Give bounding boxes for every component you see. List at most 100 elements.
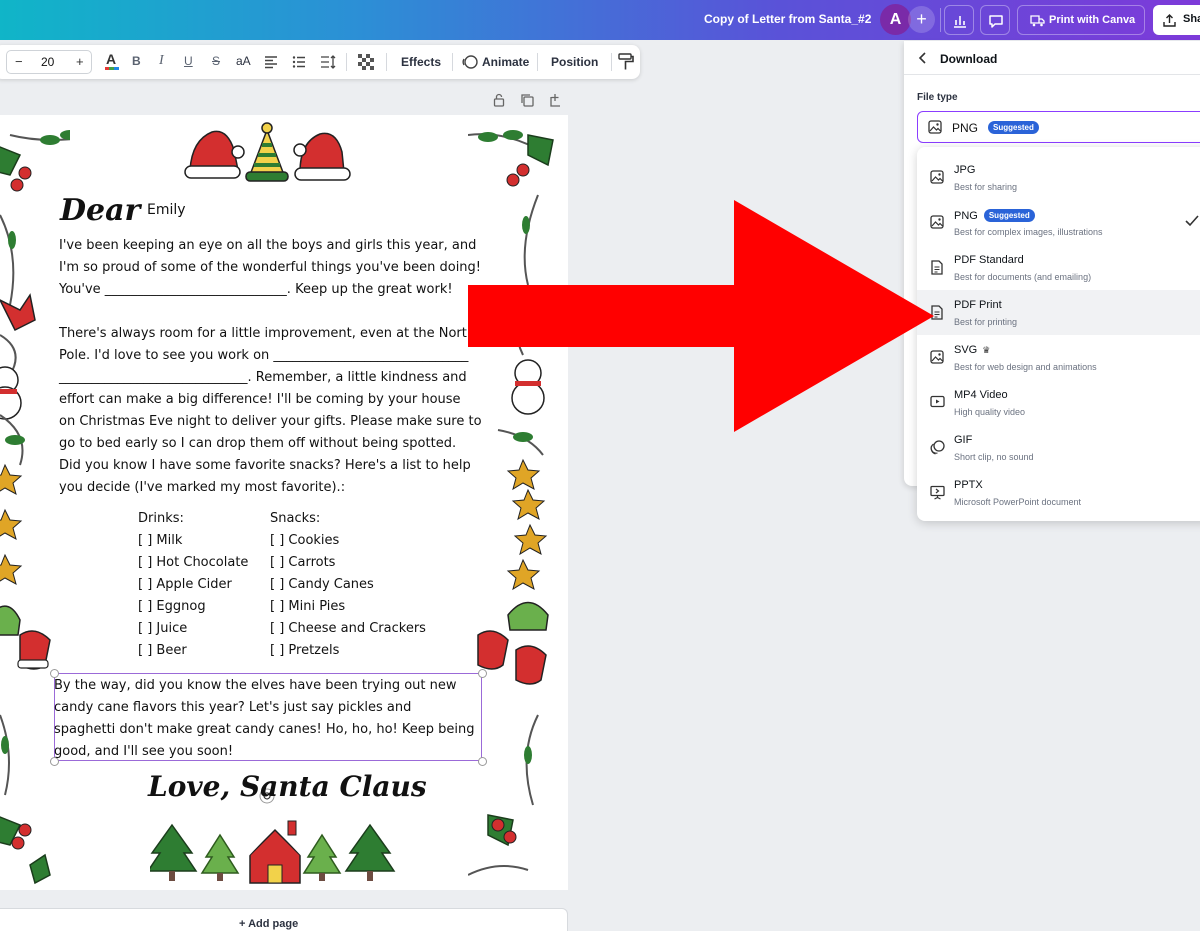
comments-button[interactable]	[980, 5, 1010, 35]
back-arrow-icon[interactable]	[918, 52, 928, 64]
increase-font-size-button[interactable]: +	[76, 54, 84, 69]
letter-body[interactable]: I've been keeping an eye on all the boys…	[59, 235, 491, 499]
presentation-icon	[930, 485, 945, 500]
option-name: MP4 Video	[954, 389, 1008, 401]
letter-line: You've ____________________________. Kee…	[59, 282, 453, 297]
bold-button[interactable]: B	[132, 54, 141, 68]
position-button[interactable]: Position	[551, 55, 598, 69]
effects-button[interactable]: Effects	[401, 55, 441, 69]
drink-item[interactable]: [ ] Hot Chocolate	[138, 555, 248, 570]
align-button[interactable]	[264, 55, 278, 72]
drink-item[interactable]: [ ] Milk	[138, 533, 182, 548]
recipient-name[interactable]: Emily	[147, 202, 186, 218]
option-pdf-print[interactable]: PDF Print Best for printing	[917, 290, 1200, 335]
page-actions	[492, 93, 573, 112]
drinks-heading[interactable]: Drinks:	[138, 511, 184, 526]
option-description: Best for documents (and emailing)	[954, 272, 1092, 282]
ps-line: spaghetti don't make great candy canes! …	[54, 722, 475, 737]
add-page-label: + Add page	[239, 918, 299, 930]
checkmark-icon	[1185, 215, 1199, 227]
insights-button[interactable]	[944, 5, 974, 35]
drink-item[interactable]: [ ] Apple Cider	[138, 577, 232, 592]
postscript-textbox[interactable]: By the way, did you know the elves have …	[54, 675, 484, 763]
divider	[537, 53, 538, 71]
snacks-heading[interactable]: Snacks:	[270, 511, 320, 526]
divider	[386, 53, 387, 71]
option-svg[interactable]: SVG ♛ Best for web design and animations	[917, 335, 1200, 380]
drink-item[interactable]: [ ] Eggnog	[138, 599, 206, 614]
text-format-toolbar: − 20 + A B I U S aA Effects Animate Posi…	[0, 45, 640, 79]
svg-text:A: A	[106, 51, 116, 67]
underline-button[interactable]: U	[184, 54, 193, 68]
option-mp4[interactable]: MP4 Video High quality video	[917, 380, 1200, 425]
option-pptx[interactable]: PPTX Microsoft PowerPoint document	[917, 470, 1200, 515]
snack-item[interactable]: [ ] Candy Canes	[270, 577, 374, 592]
letter-line: I'm so proud of some of the wonderful th…	[59, 260, 482, 275]
option-description: Best for sharing	[954, 182, 1018, 192]
font-size-stepper[interactable]: − 20 +	[6, 50, 92, 74]
letter-line: Did you know I have some favorite snacks…	[59, 458, 471, 473]
panel-header: Download	[904, 41, 1200, 75]
option-description: Best for complex images, illustrations	[954, 227, 1103, 237]
snack-item[interactable]: [ ] Cookies	[270, 533, 339, 548]
letter-line: I've been keeping an eye on all the boys…	[59, 238, 477, 253]
option-name: GIF	[954, 434, 973, 446]
add-page-icon[interactable]	[549, 93, 563, 107]
file-type-dropdown: JPG Best for sharing PNG Suggested Best f…	[917, 147, 1200, 521]
drink-item[interactable]: [ ] Beer	[138, 643, 187, 658]
copy-style-button[interactable]	[618, 53, 634, 74]
spacing-button[interactable]	[320, 55, 336, 72]
animate-button[interactable]: Animate	[482, 55, 529, 69]
font-size-value[interactable]: 20	[41, 55, 54, 69]
option-description: Microsoft PowerPoint document	[954, 497, 1082, 507]
share-label: Sha	[1183, 13, 1200, 25]
transparency-button[interactable]	[358, 54, 374, 73]
bullet-list-icon	[292, 56, 305, 68]
divider	[940, 8, 941, 32]
greeting-dear[interactable]: Dear	[60, 193, 140, 228]
option-name: SVG	[954, 344, 978, 356]
suggested-badge: Suggested	[983, 209, 1035, 222]
italic-button[interactable]: I	[159, 53, 164, 69]
avatar[interactable]: A	[880, 4, 911, 35]
letter-line: go to bed early so I can drop them off w…	[59, 436, 457, 451]
add-page-button[interactable]: + Add page	[0, 908, 568, 931]
file-type-label: File type	[917, 92, 958, 103]
share-button[interactable]: Sha	[1153, 5, 1200, 35]
option-jpg[interactable]: JPG Best for sharing	[917, 155, 1200, 200]
option-name-wrap: SVG ♛	[954, 344, 990, 356]
option-png[interactable]: PNG Suggested Best for complex images, il…	[917, 200, 1200, 245]
image-icon	[930, 170, 944, 184]
option-name: PPTX	[954, 479, 983, 491]
decrease-font-size-button[interactable]: −	[15, 54, 23, 69]
drink-item[interactable]: [ ] Juice	[138, 621, 187, 636]
print-label: Print with Canva	[1049, 14, 1136, 26]
strikethrough-button[interactable]: S	[212, 54, 220, 68]
comment-icon	[989, 15, 1003, 28]
holiday-hats-illustration	[184, 122, 351, 182]
option-pdf-standard[interactable]: PDF Standard Best for documents (and ema…	[917, 245, 1200, 290]
document-title[interactable]: Copy of Letter from Santa_#2	[704, 12, 871, 26]
duplicate-icon[interactable]	[520, 93, 535, 107]
print-with-canva-button[interactable]: Print with Canva	[1017, 5, 1145, 35]
option-description: Best for web design and animations	[954, 362, 1097, 372]
signoff[interactable]: Love, Santa Claus	[148, 770, 427, 803]
snack-item[interactable]: [ ] Mini Pies	[270, 599, 345, 614]
letter-line: Pole. I'd love to see you work on ______…	[59, 348, 469, 363]
line-spacing-icon	[321, 55, 336, 69]
lock-icon[interactable]	[492, 93, 506, 107]
file-type-select[interactable]: PNG Suggested	[917, 111, 1200, 143]
snack-item[interactable]: [ ] Carrots	[270, 555, 335, 570]
bar-chart-icon	[954, 16, 966, 28]
image-icon	[928, 120, 942, 134]
letter-case-button[interactable]: aA	[236, 54, 251, 68]
snack-item[interactable]: [ ] Pretzels	[270, 643, 339, 658]
snack-item[interactable]: [ ] Cheese and Crackers	[270, 621, 426, 636]
invite-plus-button[interactable]: +	[908, 6, 935, 33]
divider	[346, 53, 347, 71]
list-button[interactable]	[292, 55, 306, 72]
transparency-icon	[358, 54, 374, 70]
text-color-button[interactable]: A	[104, 51, 120, 76]
option-gif[interactable]: GIF Short clip, no sound	[917, 425, 1200, 470]
option-description: High quality video	[954, 407, 1026, 417]
